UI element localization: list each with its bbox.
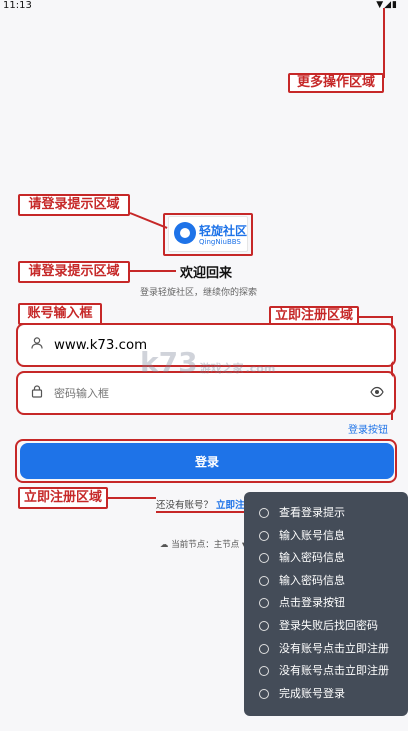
menu-item-label: 没有账号点击立即注册 [279,641,389,655]
menu-item-label: 查看登录提示 [279,506,345,519]
annotation-register-area-bottom: 立即注册区域 [18,487,108,509]
annotation-more-ops: 更多操作区域 [288,73,384,93]
cloud-icon: ☁ [160,540,169,550]
status-icons: ▼◢▮ [376,0,398,10]
menu-item[interactable]: 没有账号点击立即注册 [244,662,408,685]
annotation-connector [359,316,393,318]
menu-item-label: 登录失败后找回密码 [279,618,378,632]
annotation-connector [108,497,156,499]
menu-item[interactable]: 完成账号登录 [244,685,408,708]
annotation-connector [130,270,176,272]
status-time: 11:13 [3,0,32,11]
register-prompt: 还没有账号？ 立即注册 [156,497,254,511]
watermark-main: k73 [140,346,198,379]
menu-item[interactable]: 点击登录按钮 [244,594,408,617]
annotation-login-hint-2: 请登录提示区域 [18,261,130,283]
radio-icon [259,666,269,677]
menu-item[interactable]: 登录失败后找回密码 [244,617,408,640]
annotation-login-hint-1: 请登录提示区域 [18,194,130,216]
annotation-login-button: 登录按钮 [348,425,388,436]
annotation-account-input: 账号输入框 [18,303,102,325]
status-bar: 11:13 ▼◢▮ [0,0,408,14]
menu-item[interactable]: 没有账号点击立即注册 [244,640,408,663]
logo-highlight [163,213,253,256]
radio-icon [259,620,269,631]
radio-icon [259,553,269,564]
register-prompt-text: 还没有账号？ [156,500,214,511]
current-node[interactable]: ☁ 当前节点：主节点 ▾ [160,538,246,550]
radio-icon [259,575,269,586]
annotation-connector [129,212,168,229]
menu-item-label: 输入账号信息 [279,528,345,542]
menu-item-label: 完成账号登录 [279,686,345,700]
menu-item[interactable]: 输入密码信息 [244,549,408,572]
register-link-underline [156,511,256,513]
radio-icon [259,598,269,609]
radio-icon [259,530,269,541]
menu-item-label: 点击登录按钮 [279,596,345,610]
watermark: k73 游戏之家 .com [140,346,275,379]
menu-item[interactable]: 查看登录提示 [244,504,408,527]
current-node-label: 当前节点：主节点 [171,540,240,550]
menu-item-label: 没有账号点击立即注册 [279,664,389,678]
more-ops-menu: 查看登录提示 输入账号信息 输入密码信息 输入密码信息 点击登录按钮 登录失败后… [244,492,408,716]
menu-item[interactable]: 输入账号信息 [244,527,408,550]
radio-icon [259,508,269,518]
radio-icon [259,643,269,654]
watermark-domain: .com [245,362,276,375]
welcome-subtitle: 登录轻旋社区，继续你的探索 [140,288,258,298]
menu-item[interactable]: 输入密码信息 [244,572,408,595]
login-button-highlight [15,439,397,483]
annotation-connector [383,8,385,78]
radio-icon [259,688,269,699]
welcome-title: 欢迎回来 [180,266,233,281]
watermark-sub: 游戏之家 [199,362,244,375]
menu-item-label: 输入密码信息 [279,573,345,587]
menu-item-label: 输入密码信息 [279,551,345,565]
